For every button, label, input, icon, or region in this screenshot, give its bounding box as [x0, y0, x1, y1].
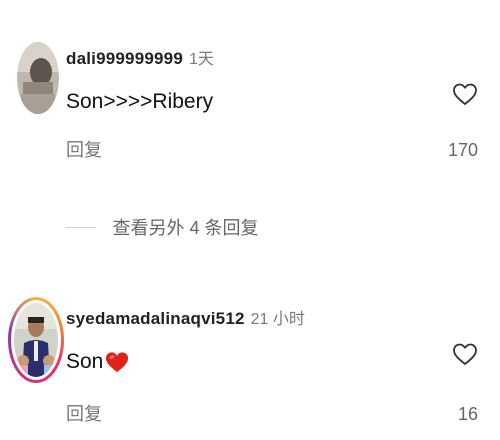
story-ring[interactable]: [8, 297, 64, 383]
heart-outline-icon[interactable]: [452, 342, 478, 366]
comment-header: dali999999999 1天: [66, 48, 214, 71]
heart-outline-icon[interactable]: [452, 82, 478, 106]
comment-header: syedamadalinaqvi512 21 小时: [66, 308, 305, 331]
timestamp: 1天: [188, 51, 214, 68]
like-count: 170: [447, 140, 478, 160]
comment-item: syedamadalinaqvi512 21 小时 Son 回复 16: [0, 292, 500, 440]
avatar-photo-icon: [14, 303, 58, 377]
comment-item: dali999999999 1天 Son>>>>Ribery 回复 170: [0, 38, 500, 178]
view-replies-label: 查看另外 4 条回复: [112, 218, 259, 238]
comment-text-content: Son: [66, 350, 104, 373]
comment-text: Son: [66, 348, 129, 376]
avatar-photo-icon: [17, 42, 59, 114]
like-count: 16: [457, 404, 478, 424]
divider-line: [66, 226, 96, 228]
avatar: [14, 303, 58, 377]
view-more-replies-button[interactable]: 查看另外 4 条回复: [66, 214, 258, 240]
timestamp: 21 小时: [250, 311, 305, 328]
username[interactable]: dali999999999: [66, 49, 183, 68]
username[interactable]: syedamadalinaqvi512: [66, 309, 245, 328]
comment-text: Son>>>>Ribery: [66, 90, 214, 113]
avatar[interactable]: [17, 42, 59, 114]
reply-button[interactable]: 回复: [66, 138, 102, 162]
reply-button[interactable]: 回复: [66, 402, 102, 426]
red-heart-emoji-icon: [106, 352, 129, 373]
